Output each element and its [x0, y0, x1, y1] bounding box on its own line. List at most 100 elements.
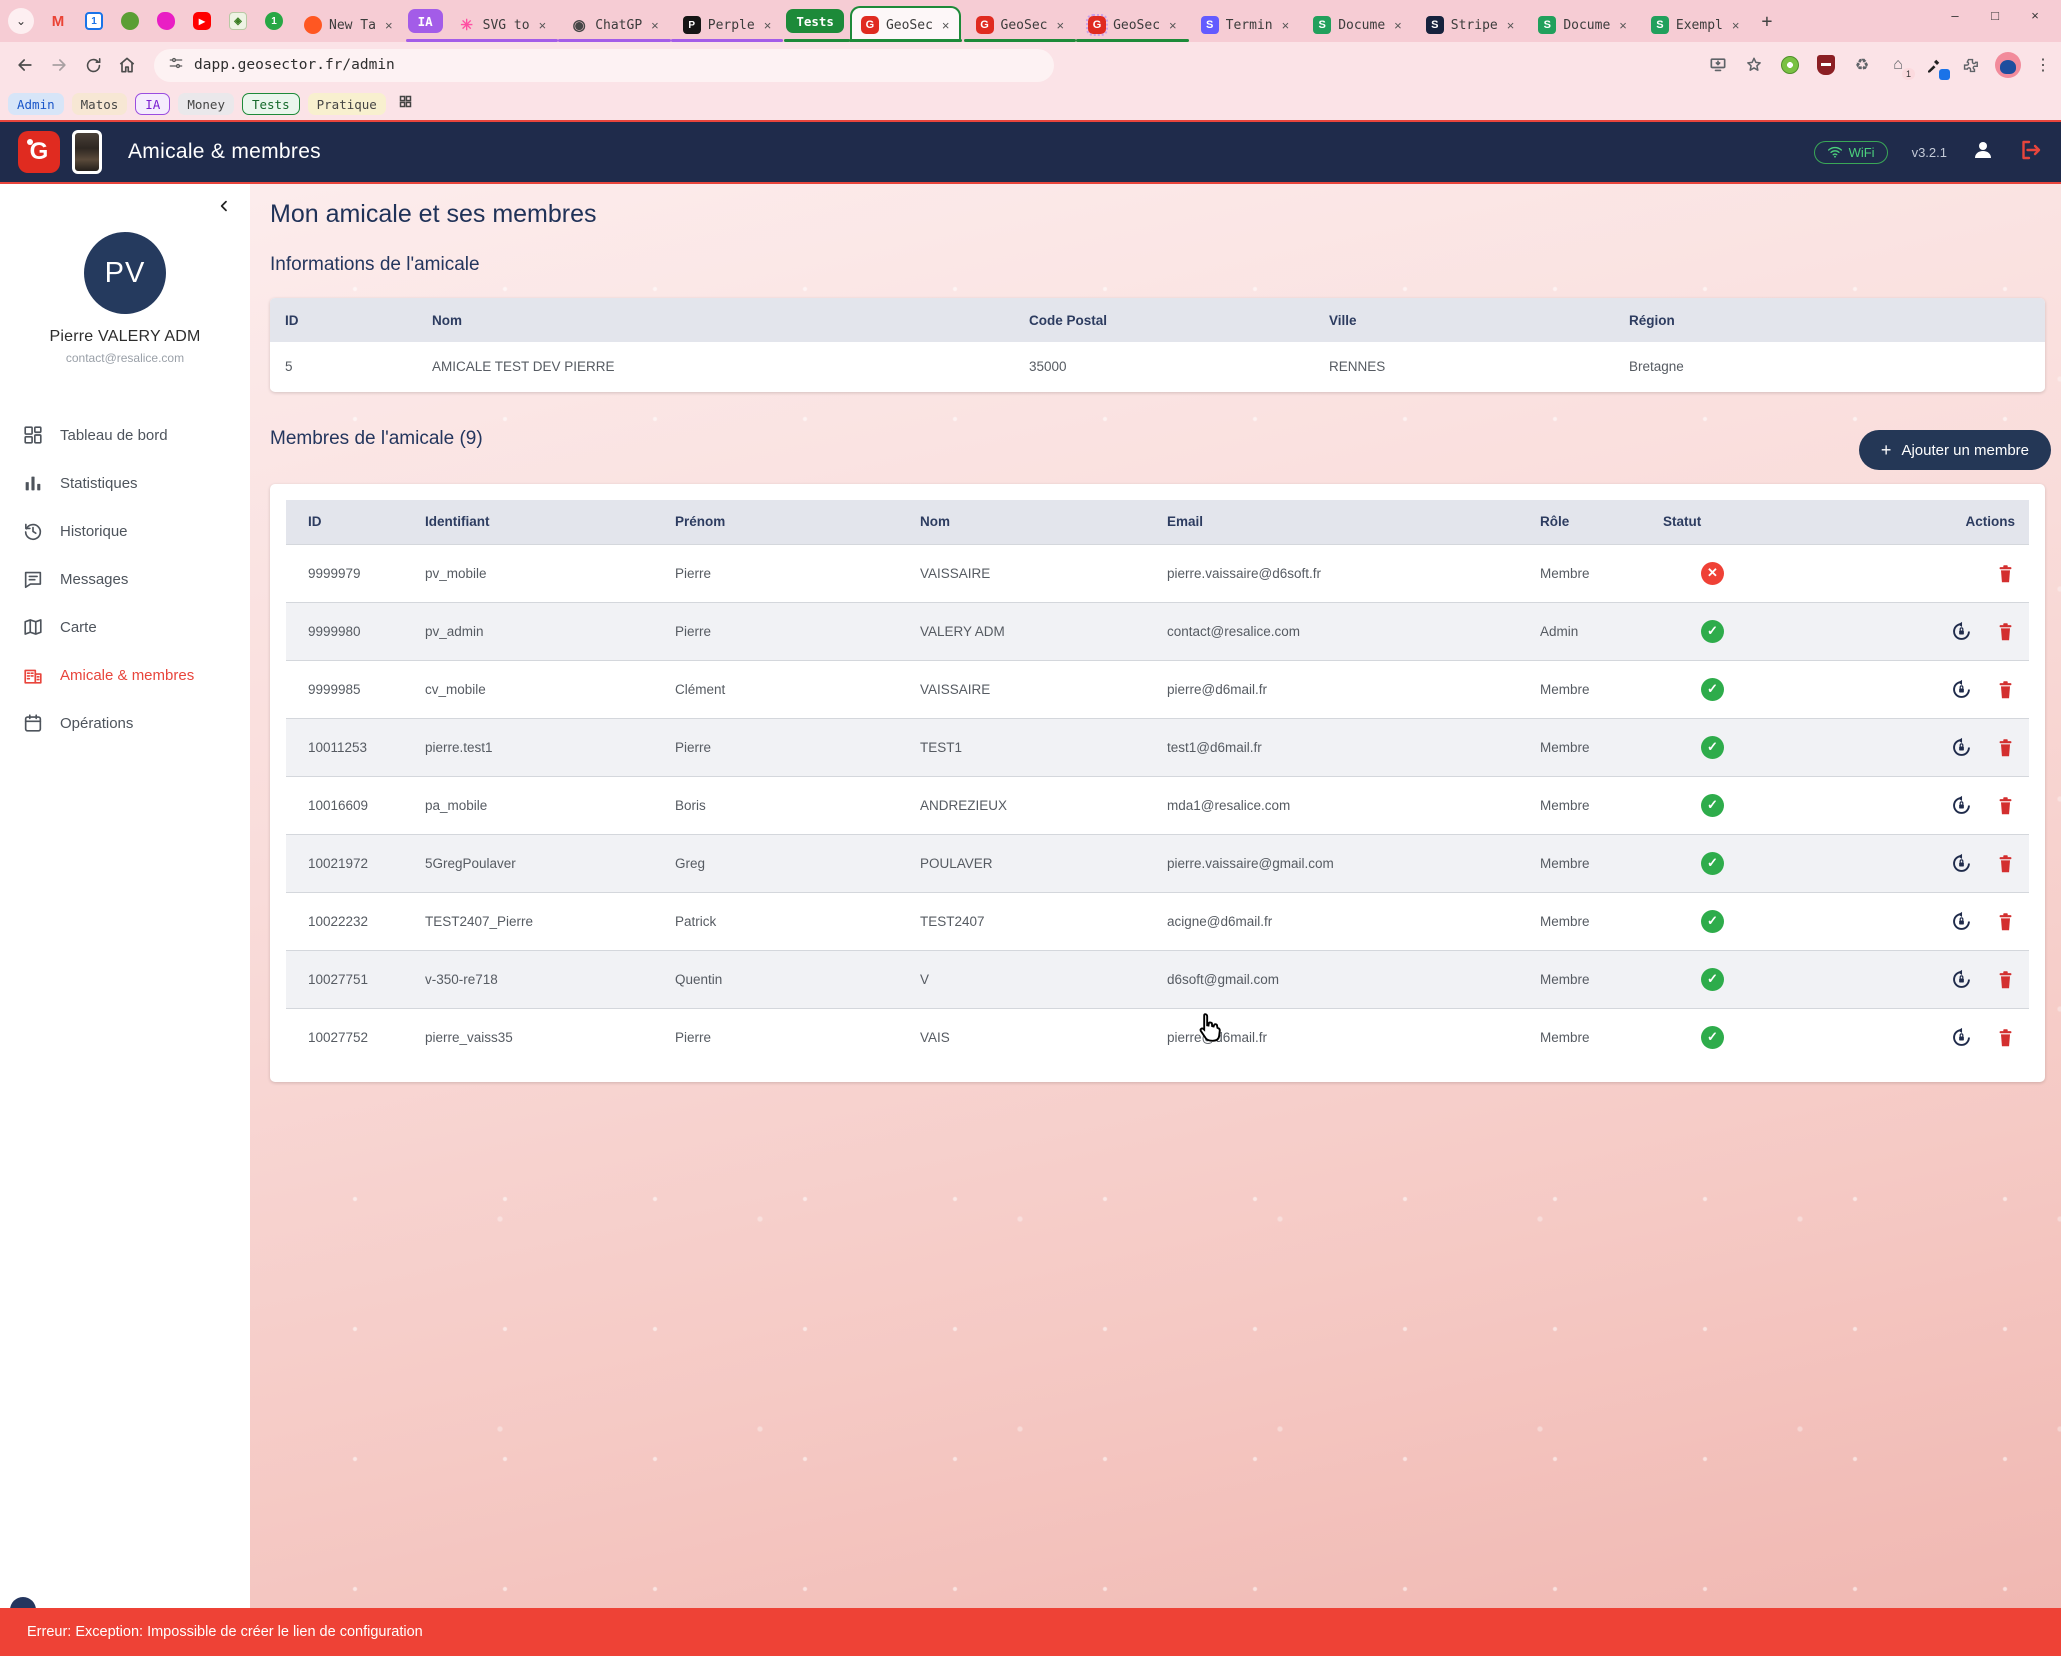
install-app-icon[interactable] — [1707, 54, 1729, 76]
browser-tab[interactable] — [151, 12, 181, 30]
tab-close-icon[interactable]: × — [1392, 18, 1402, 33]
cell-role: Membre — [1518, 1008, 1641, 1066]
logout-icon[interactable] — [2019, 138, 2043, 167]
sidebar-item[interactable]: Carte — [0, 603, 250, 651]
reset-password-icon[interactable] — [1951, 969, 1972, 990]
cell-nom: VAIS — [898, 1008, 1145, 1066]
reload-icon[interactable] — [78, 50, 108, 80]
tab-close-icon[interactable]: × — [537, 18, 547, 33]
close-button[interactable]: × — [2015, 0, 2055, 30]
bookmark-star-icon[interactable] — [1743, 54, 1765, 76]
sidebar-item[interactable]: Historique — [0, 507, 250, 555]
minimize-button[interactable]: – — [1935, 0, 1975, 30]
cell-actions — [1881, 892, 2029, 950]
delete-member-icon[interactable] — [1996, 969, 2015, 990]
reset-password-icon[interactable] — [1951, 911, 1972, 932]
delete-member-icon[interactable] — [1996, 737, 2015, 758]
address-bar[interactable]: dapp.geosector.fr/admin — [154, 49, 1054, 82]
delete-member-icon[interactable] — [1996, 679, 2015, 700]
sidebar-item[interactable]: Statistiques — [0, 459, 250, 507]
extension-green-icon[interactable] — [1779, 54, 1801, 76]
home-icon[interactable] — [112, 50, 142, 80]
sidebar-item[interactable]: Tableau de bord — [0, 411, 250, 459]
extensions-puzzle-icon[interactable] — [1959, 54, 1981, 76]
add-member-button[interactable]: + Ajouter un membre — [1859, 430, 2051, 470]
browser-tab[interactable]: P Perple × — [674, 8, 781, 42]
site-settings-icon[interactable] — [168, 55, 184, 75]
tab-close-icon[interactable]: × — [1730, 18, 1740, 33]
cell-email: acigne@d6mail.fr — [1145, 892, 1518, 950]
home-extension-icon[interactable]: ⌂1 — [1887, 54, 1909, 76]
browser-tab[interactable]: S Termin × — [1192, 8, 1299, 42]
maximize-button[interactable]: □ — [1975, 0, 2015, 30]
reset-password-icon[interactable] — [1951, 795, 1972, 816]
user-account-icon[interactable] — [1971, 138, 1995, 167]
bookmark-chip[interactable]: Tests — [242, 93, 300, 115]
delete-member-icon[interactable] — [1996, 795, 2015, 816]
browser-tab[interactable] — [115, 12, 145, 30]
amicale-info-row: 5 AMICALE TEST DEV PIERRE 35000 RENNES B… — [270, 342, 2045, 390]
delete-member-icon[interactable] — [1996, 621, 2015, 642]
browser-tab[interactable]: G GeoSec × — [1079, 8, 1186, 42]
browser-tab[interactable]: G GeoSec × — [967, 8, 1074, 42]
tab-search-chevron-icon[interactable]: ⌄ — [8, 8, 34, 34]
sidebar-item[interactable]: Messages — [0, 555, 250, 603]
browser-tab[interactable]: G GeoSec × — [850, 6, 961, 42]
reset-password-icon[interactable] — [1951, 621, 1972, 642]
browser-tab[interactable]: ▶ — [187, 12, 217, 30]
tab-groups-grid-icon[interactable] — [398, 94, 413, 114]
cell-identifiant: pa_mobile — [403, 776, 653, 834]
browser-tab[interactable]: ✳ SVG to × — [449, 8, 556, 42]
tab-close-icon[interactable]: × — [1617, 18, 1627, 33]
tab-close-icon[interactable]: × — [383, 18, 393, 33]
tab-close-icon[interactable]: × — [940, 18, 950, 33]
back-icon[interactable] — [10, 50, 40, 80]
tab-close-icon[interactable]: × — [1054, 18, 1064, 33]
sidebar-item[interactable]: Opérations — [0, 699, 250, 747]
cell-actions — [1881, 1008, 2029, 1066]
delete-member-icon[interactable] — [1996, 1027, 2015, 1048]
browser-tab[interactable]: 1 — [79, 12, 109, 30]
delete-member-icon[interactable] — [1996, 563, 2015, 584]
bookmark-chip[interactable]: Matos — [72, 93, 128, 115]
delete-member-icon[interactable] — [1996, 911, 2015, 932]
browser-tab[interactable]: S Stripe × — [1417, 8, 1524, 42]
color-picker-icon[interactable] — [1923, 54, 1945, 76]
new-tab-button[interactable]: + — [1751, 11, 1782, 32]
browser-tab[interactable]: 1 — [259, 12, 289, 30]
sidebar-item[interactable]: Amicale & membres — [0, 651, 250, 699]
bookmark-chip[interactable]: Pratique — [308, 93, 386, 115]
bookmark-chip[interactable]: Admin — [8, 93, 64, 115]
tab-close-icon[interactable]: × — [649, 18, 659, 33]
sidebar-item-label: Carte — [60, 619, 97, 636]
browser-tab[interactable]: ◈ — [223, 12, 253, 30]
cell-email: pierre@d6mail.fr — [1145, 660, 1518, 718]
recycle-extension-icon[interactable]: ♻ — [1851, 54, 1873, 76]
browser-tab[interactable]: Tests — [786, 9, 844, 33]
delete-member-icon[interactable] — [1996, 853, 2015, 874]
browser-tab[interactable]: ◉ ChatGP × — [561, 8, 668, 42]
cell-id: 9999979 — [286, 544, 403, 602]
browser-profile-avatar[interactable] — [1995, 52, 2021, 78]
browser-tab[interactable]: S Exempl × — [1642, 8, 1749, 42]
browser-tab[interactable]: S Docume × — [1529, 8, 1636, 42]
reset-password-icon[interactable] — [1951, 679, 1972, 700]
browser-tab[interactable]: IA — [408, 9, 443, 33]
reset-password-icon[interactable] — [1951, 737, 1972, 758]
sidebar-collapse-icon[interactable] — [216, 198, 232, 219]
amicale-info-card: ID Nom Code Postal Ville Région 5 AMICAL… — [270, 298, 2045, 392]
reset-password-icon[interactable] — [1951, 853, 1972, 874]
tab-close-icon[interactable]: × — [1280, 18, 1290, 33]
browser-menu-icon[interactable]: ⋮ — [2035, 55, 2051, 75]
tab-close-icon[interactable]: × — [762, 18, 772, 33]
browser-tab[interactable]: M — [43, 12, 73, 30]
tab-close-icon[interactable]: × — [1167, 18, 1177, 33]
browser-tab[interactable]: S Docume × — [1304, 8, 1411, 42]
browser-tab[interactable]: New Ta × — [295, 8, 402, 42]
forward-icon[interactable] — [44, 50, 74, 80]
reset-password-icon[interactable] — [1951, 1027, 1972, 1048]
tab-close-icon[interactable]: × — [1505, 18, 1515, 33]
bookmark-chip[interactable]: IA — [135, 93, 170, 115]
adblock-shield-icon[interactable] — [1815, 54, 1837, 76]
bookmark-chip[interactable]: Money — [178, 93, 234, 115]
